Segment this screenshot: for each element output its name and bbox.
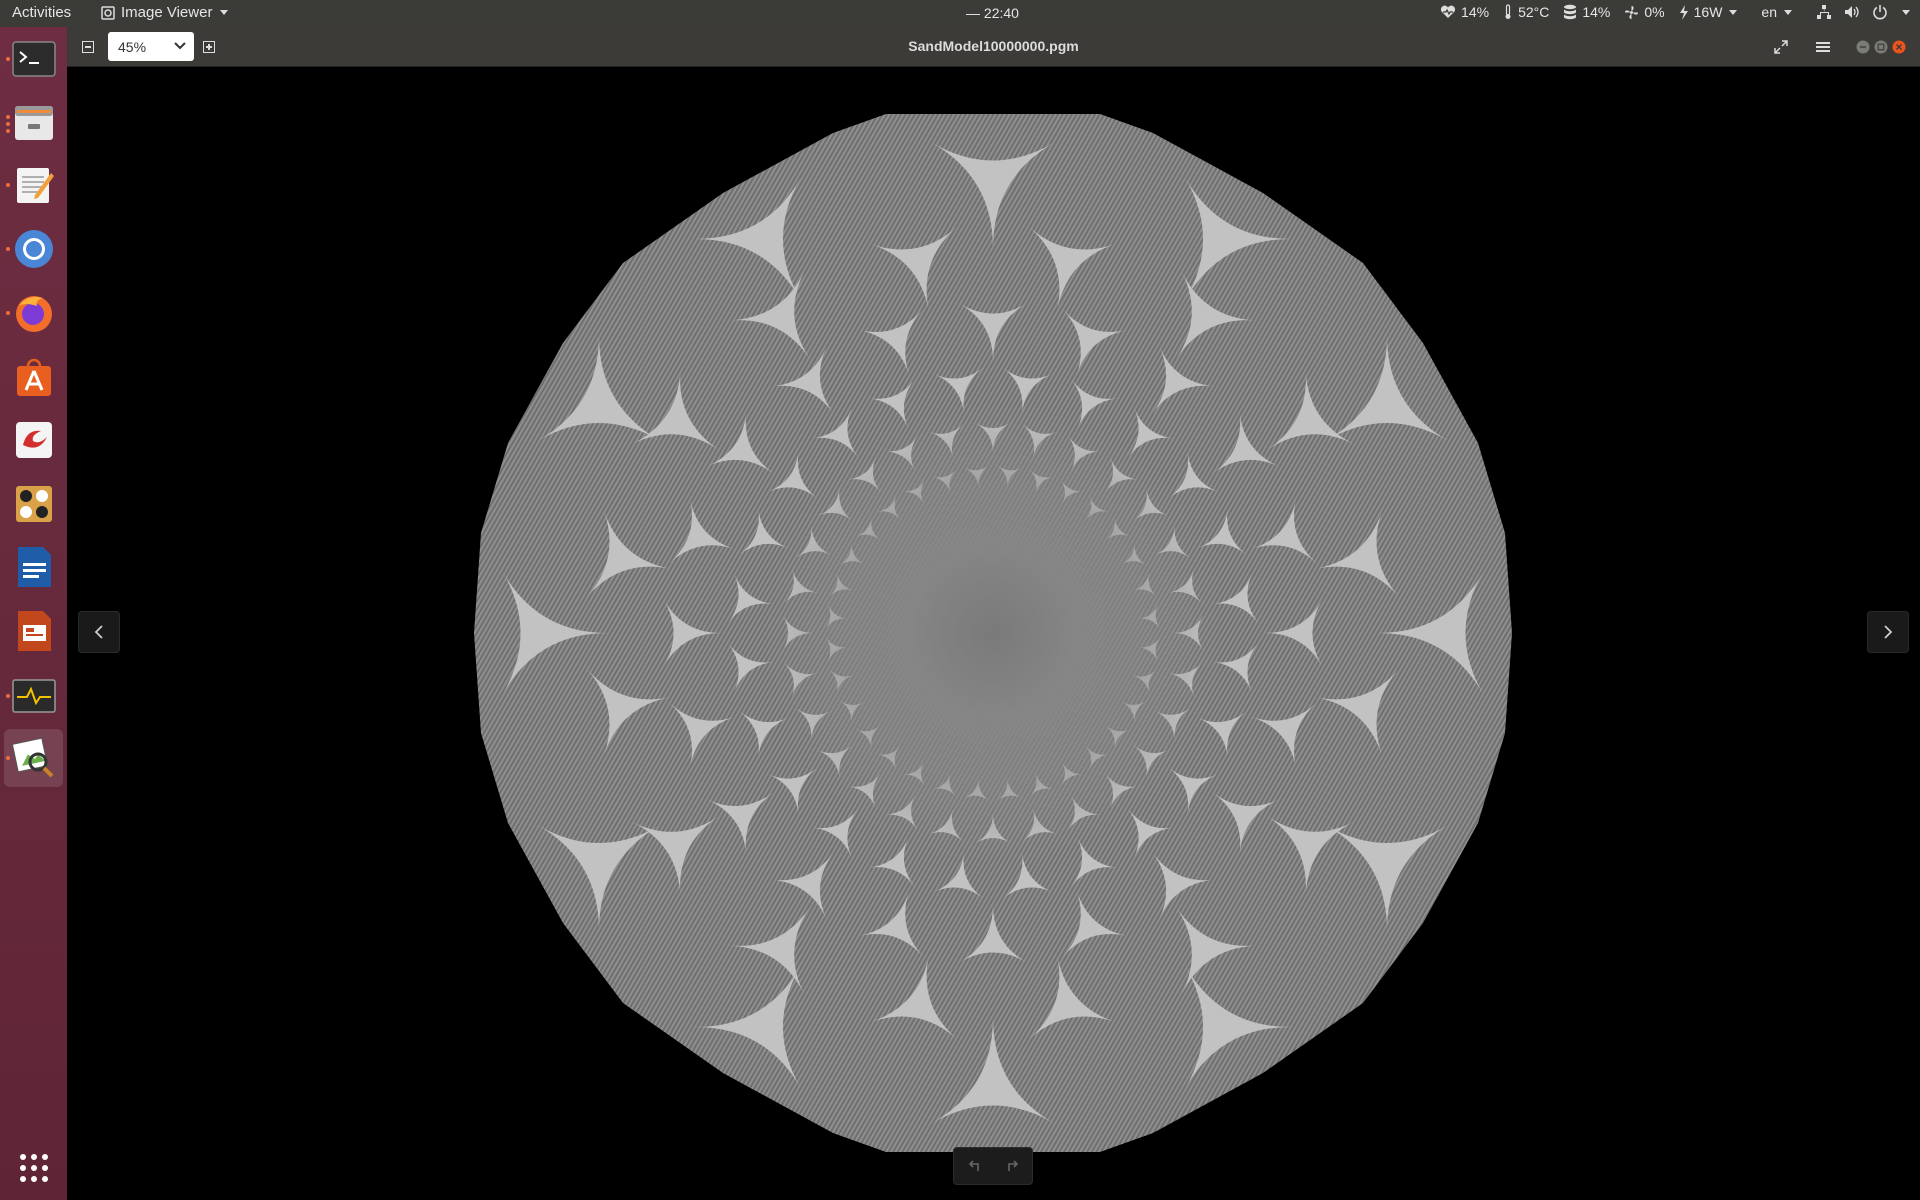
close-button[interactable] [1891,35,1907,59]
power-icon [1873,5,1887,20]
network-icon [1817,5,1831,19]
firefox-icon [15,296,52,332]
dock-files[interactable] [4,93,63,151]
running-indicator [6,122,10,126]
rotate-left-button[interactable] [954,1148,993,1184]
close-icon [1892,40,1906,54]
chevron-down-icon [1902,9,1910,15]
previous-image-button[interactable] [78,611,120,653]
running-indicator [6,57,10,61]
rotate-right-button[interactable] [993,1148,1032,1184]
rotate-right-icon [1007,1160,1018,1171]
menu-button[interactable] [1811,35,1835,59]
language-indicator[interactable]: en [1761,4,1792,20]
rotate-left-icon [968,1160,979,1171]
system-menu[interactable] [1816,4,1910,20]
software-center-icon [16,358,51,396]
dock-show-apps[interactable] [4,1139,63,1197]
maximize-button[interactable] [1873,35,1889,59]
terminal-icon [11,41,56,77]
running-indicator [6,311,10,315]
temperature-indicator[interactable]: 52°C [1503,4,1549,20]
running-indicator [6,694,10,698]
running-indicator [6,756,10,760]
maximize-icon [1874,40,1888,54]
system-monitor-icon [11,679,56,713]
chromium-icon [14,230,53,268]
fullscreen-icon [1774,40,1788,54]
text-editor-icon [16,168,54,203]
dock-board-game[interactable] [4,475,63,533]
image-viewport[interactable] [67,68,1920,1200]
fan-value: 0% [1644,4,1665,20]
system-tray[interactable]: 14% 52°C 14% 0% 16W en [1440,4,1910,20]
volume-icon [1845,6,1859,18]
chevron-left-icon [94,625,103,639]
power-indicator[interactable]: 16W [1679,4,1738,20]
dock-impress[interactable] [4,602,63,660]
running-indicator [6,115,10,119]
dock-image-viewer[interactable] [4,729,63,787]
header-bar: 45% SandModel10000000.pgm [67,27,1920,67]
running-indicator [6,183,10,187]
writer-icon [17,547,51,587]
hamburger-icon [1816,42,1830,52]
dock-text-editor[interactable] [4,156,63,214]
power-value: 16W [1693,4,1723,20]
chevron-down-icon [1784,9,1792,15]
disk-indicator[interactable]: 14% [1563,4,1610,20]
show-apps-icon [19,1154,48,1182]
next-image-button[interactable] [1867,611,1909,653]
cpu-indicator[interactable]: 14% [1440,4,1489,20]
minimize-icon [1856,40,1870,54]
disk-value: 14% [1582,4,1611,20]
fullscreen-button[interactable] [1769,35,1793,59]
dock-pdf-viewer[interactable] [4,411,63,469]
cpu-value: 14% [1461,4,1490,20]
window-title: SandModel10000000.pgm [908,38,1079,54]
rotate-toolbar [953,1147,1033,1185]
pdf-viewer-icon [15,422,52,458]
image-viewer-icon [11,737,53,778]
language-value: en [1761,4,1777,20]
database-icon [1564,4,1577,20]
minimize-button[interactable] [1855,35,1871,59]
temperature-value: 52°C [1518,4,1550,20]
fan-icon [1625,5,1639,19]
impress-icon [17,611,51,651]
board-game-icon [15,486,52,522]
chevron-down-icon [1729,9,1738,15]
dock-software[interactable] [4,348,63,406]
displayed-image [474,114,1512,1152]
dock-system-monitor[interactable] [4,667,63,725]
dock-terminal[interactable] [4,30,63,88]
top-bar: Activities Image Viewer — 22:40 14% 52°C… [0,0,1920,27]
fan-indicator[interactable]: 0% [1624,4,1665,20]
dock [0,27,67,1200]
lightning-icon [1679,4,1688,20]
dock-chromium[interactable] [4,220,63,278]
chevron-right-icon [1884,625,1893,639]
files-icon [14,106,53,140]
running-indicator [6,129,10,133]
running-indicator [6,247,10,251]
thermometer-icon [1505,4,1511,19]
heart-monitor-icon [1440,5,1456,18]
dock-writer[interactable] [4,538,63,596]
sandpile-fractal [474,114,1512,1152]
dock-firefox[interactable] [4,284,63,342]
